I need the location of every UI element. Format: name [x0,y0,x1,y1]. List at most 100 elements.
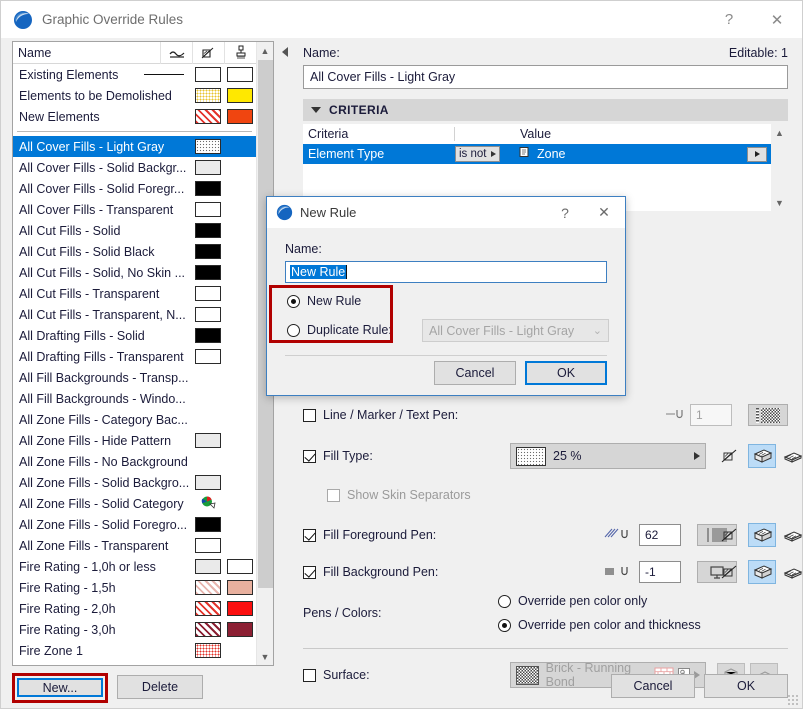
collapse-left-pane-icon[interactable] [282,47,288,57]
bg-override-cover-fill-icon[interactable] [748,560,776,584]
color-swatch[interactable] [195,622,221,637]
list-item[interactable]: All Cut Fills - Solid [13,220,256,241]
color-swatch[interactable] [195,601,221,616]
dialog-help-button[interactable]: ? [547,197,583,228]
fg-override-cut-fill-icon[interactable] [717,523,745,547]
color-swatch[interactable] [195,160,221,175]
list-item[interactable]: All Cover Fills - Solid Foregr... [13,178,256,199]
dialog-cancel-button[interactable]: Cancel [434,361,516,385]
color-swatch[interactable] [227,601,253,616]
pens-colors-option-1[interactable]: Override pen color only [498,591,788,611]
list-item[interactable]: All Fill Backgrounds - Transp... [13,367,256,388]
fill-override-icon[interactable] [192,42,224,64]
color-swatch[interactable] [195,643,221,658]
list-item[interactable]: Fire Rating - 2,0h [13,598,256,619]
criteria-scroll-down-icon[interactable]: ▼ [771,194,788,211]
list-item[interactable]: All Cover Fills - Solid Backgr... [13,157,256,178]
list-item[interactable]: All Fill Backgrounds - Windo... [13,388,256,409]
color-swatch[interactable] [227,559,253,574]
criteria-section-header[interactable]: CRITERIA [303,99,788,121]
fill-foreground-pen-checkbox[interactable] [303,528,316,542]
list-item[interactable]: All Cut Fills - Solid, No Skin ... [13,262,256,283]
color-swatch[interactable] [195,538,221,553]
list-item[interactable]: All Zone Fills - Transparent [13,535,256,556]
override-drafting-fill-icon[interactable] [779,444,803,468]
list-item[interactable]: All Zone Fills - Solid Foregro... [13,514,256,535]
color-swatch[interactable] [195,580,221,595]
cancel-button[interactable]: Cancel [611,674,695,698]
background-pen-number-input[interactable]: -1 [639,561,681,583]
color-swatch[interactable] [195,328,221,343]
list-item[interactable]: Fire Rating - 1,0h or less [13,556,256,577]
list-item[interactable]: All Zone Fills - No Background [13,451,256,472]
override-pen-color-only-radio[interactable] [498,594,511,608]
list-item[interactable]: All Cut Fills - Transparent, N... [13,304,256,325]
surface-checkbox[interactable] [303,668,316,682]
bg-override-drafting-fill-icon[interactable] [779,560,803,584]
color-swatch[interactable] [227,109,253,124]
list-item[interactable]: All Cut Fills - Solid Black [13,241,256,262]
close-icon[interactable]: ✕ [752,1,802,38]
list-item[interactable]: All Drafting Fills - Solid [13,325,256,346]
scroll-up-icon[interactable]: ▲ [257,42,273,59]
criteria-scrollbar[interactable]: ▲ ▼ [771,124,788,211]
foreground-pen-number-input[interactable]: 62 [639,524,681,546]
resize-grip[interactable] [787,694,799,706]
line-marker-text-pen-checkbox[interactable] [303,408,316,422]
color-swatch[interactable] [195,475,221,490]
color-swatch[interactable] [195,202,221,217]
list-item[interactable]: All Cover Fills - Light Gray [13,136,256,157]
fg-override-cover-fill-icon[interactable] [748,523,776,547]
table-row[interactable]: Element Type is not Zone [303,144,771,164]
list-item[interactable]: Elements to be Demolished [13,85,256,106]
color-swatch[interactable] [227,622,253,637]
list-item[interactable]: All Cut Fills - Transparent [13,283,256,304]
color-swatch[interactable] [195,349,221,364]
list-item[interactable]: New Elements [13,106,256,127]
color-swatch[interactable] [227,580,253,595]
line-style-icon[interactable] [160,42,192,64]
zone-category-icon[interactable] [200,495,217,513]
surface-brush-icon[interactable] [224,42,256,64]
dialog-close-icon[interactable]: ✕ [583,197,625,228]
help-button[interactable]: ? [706,1,752,38]
criteria-scroll-up-icon[interactable]: ▲ [771,124,788,141]
duplicate-source-dropdown[interactable]: All Cover Fills - Light Gray ⌄ [422,319,609,342]
color-swatch[interactable] [195,88,221,103]
dialog-name-input[interactable]: New Rule [285,261,607,283]
list-item[interactable]: All Zone Fills - Solid Category [13,493,256,514]
override-pen-color-thickness-radio[interactable] [498,618,511,632]
color-swatch[interactable] [195,181,221,196]
rule-name-input[interactable]: All Cover Fills - Light Gray [303,65,788,89]
list-item[interactable]: Fire Zone 1 [13,640,256,661]
color-swatch[interactable] [195,286,221,301]
list-item[interactable]: Fire Rating - 3,0h [13,619,256,640]
list-item[interactable]: Existing Elements [13,64,256,85]
color-swatch[interactable] [195,559,221,574]
show-skin-separators-checkbox[interactable] [327,488,340,502]
color-swatch[interactable] [195,265,221,280]
override-cut-fill-icon[interactable] [717,444,745,468]
line-pen-number-input[interactable]: 1 [690,404,732,426]
override-cover-fill-icon[interactable] [748,444,776,468]
fill-type-checkbox[interactable] [303,449,316,463]
delete-button[interactable]: Delete [117,675,203,699]
color-swatch[interactable] [195,223,221,238]
value-cell[interactable]: Zone [515,146,771,162]
bg-override-cut-fill-icon[interactable] [717,560,745,584]
color-swatch[interactable] [227,67,253,82]
color-swatch[interactable] [195,433,221,448]
color-swatch[interactable] [227,88,253,103]
fill-background-pen-checkbox[interactable] [303,565,316,579]
dialog-ok-button[interactable]: OK [525,361,607,385]
color-swatch[interactable] [195,244,221,259]
ok-button[interactable]: OK [704,674,788,698]
list-item[interactable]: All Cover Fills - Transparent [13,199,256,220]
list-item[interactable]: All Zone Fills - Category Bac... [13,409,256,430]
line-pen-color-swatch[interactable] [748,404,788,426]
fg-override-drafting-fill-icon[interactable] [779,523,803,547]
list-item[interactable]: All Zone Fills - Solid Backgro... [13,472,256,493]
color-swatch[interactable] [195,517,221,532]
operator-dropdown[interactable]: is not [455,146,500,162]
scroll-down-icon[interactable]: ▼ [257,648,273,665]
